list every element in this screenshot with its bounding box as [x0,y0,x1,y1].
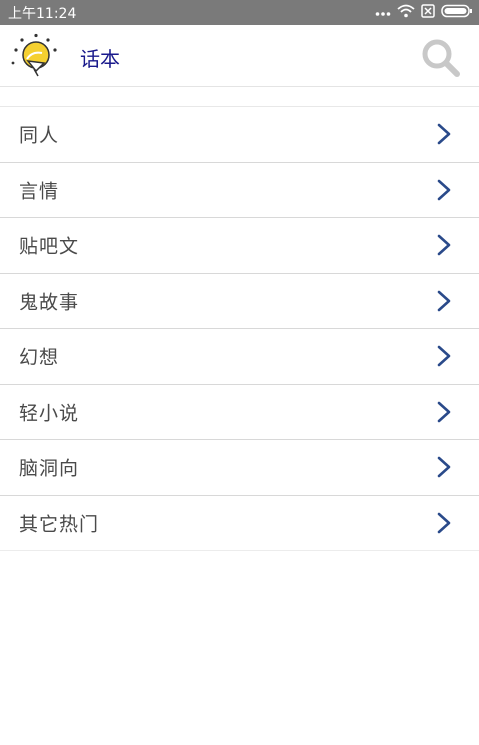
search-icon[interactable] [418,35,462,79]
chevron-right-icon [434,401,454,423]
list-item-label: 同人 [19,124,60,147]
chevron-right-icon [434,123,454,145]
app-bar: 话本 [0,25,479,87]
list-item[interactable]: 脑洞向 [0,440,479,496]
status-icons [375,3,473,22]
chevron-right-icon [434,456,454,478]
list-item-label: 幻想 [19,346,60,369]
status-time: 上午11:24 [8,5,77,22]
list-item-label: 脑洞向 [19,457,80,480]
list-item[interactable]: 言情 [0,163,479,218]
list-item[interactable]: 鬼故事 [0,274,479,329]
list-item[interactable]: 幻想 [0,329,479,385]
category-list: 同人 言情 贴吧文 鬼故事 幻想 轻小说 脑洞向 其它热门 [0,107,479,551]
list-item-label: 言情 [19,180,60,203]
battery-icon [441,3,473,22]
chevron-right-icon [434,290,454,312]
list-item[interactable]: 同人 [0,107,479,163]
chevron-right-icon [434,512,454,534]
list-item-label: 鬼故事 [19,291,80,314]
chevron-right-icon [434,234,454,256]
app-title: 话本 [80,47,120,71]
chevron-right-icon [434,179,454,201]
list-item-label: 贴吧文 [19,235,80,258]
wifi-icon [397,3,415,22]
lightbulb-logo-icon [10,33,62,79]
list-item[interactable]: 其它热门 [0,496,479,551]
chevron-right-icon [434,345,454,367]
dots-icon [375,3,391,22]
list-item-label: 其它热门 [19,513,100,536]
status-bar: 上午11:24 [0,0,479,25]
list-item[interactable]: 轻小说 [0,385,479,440]
list-item[interactable]: 贴吧文 [0,218,479,274]
sim-x-icon [421,3,435,22]
list-item-label: 轻小说 [19,402,80,425]
